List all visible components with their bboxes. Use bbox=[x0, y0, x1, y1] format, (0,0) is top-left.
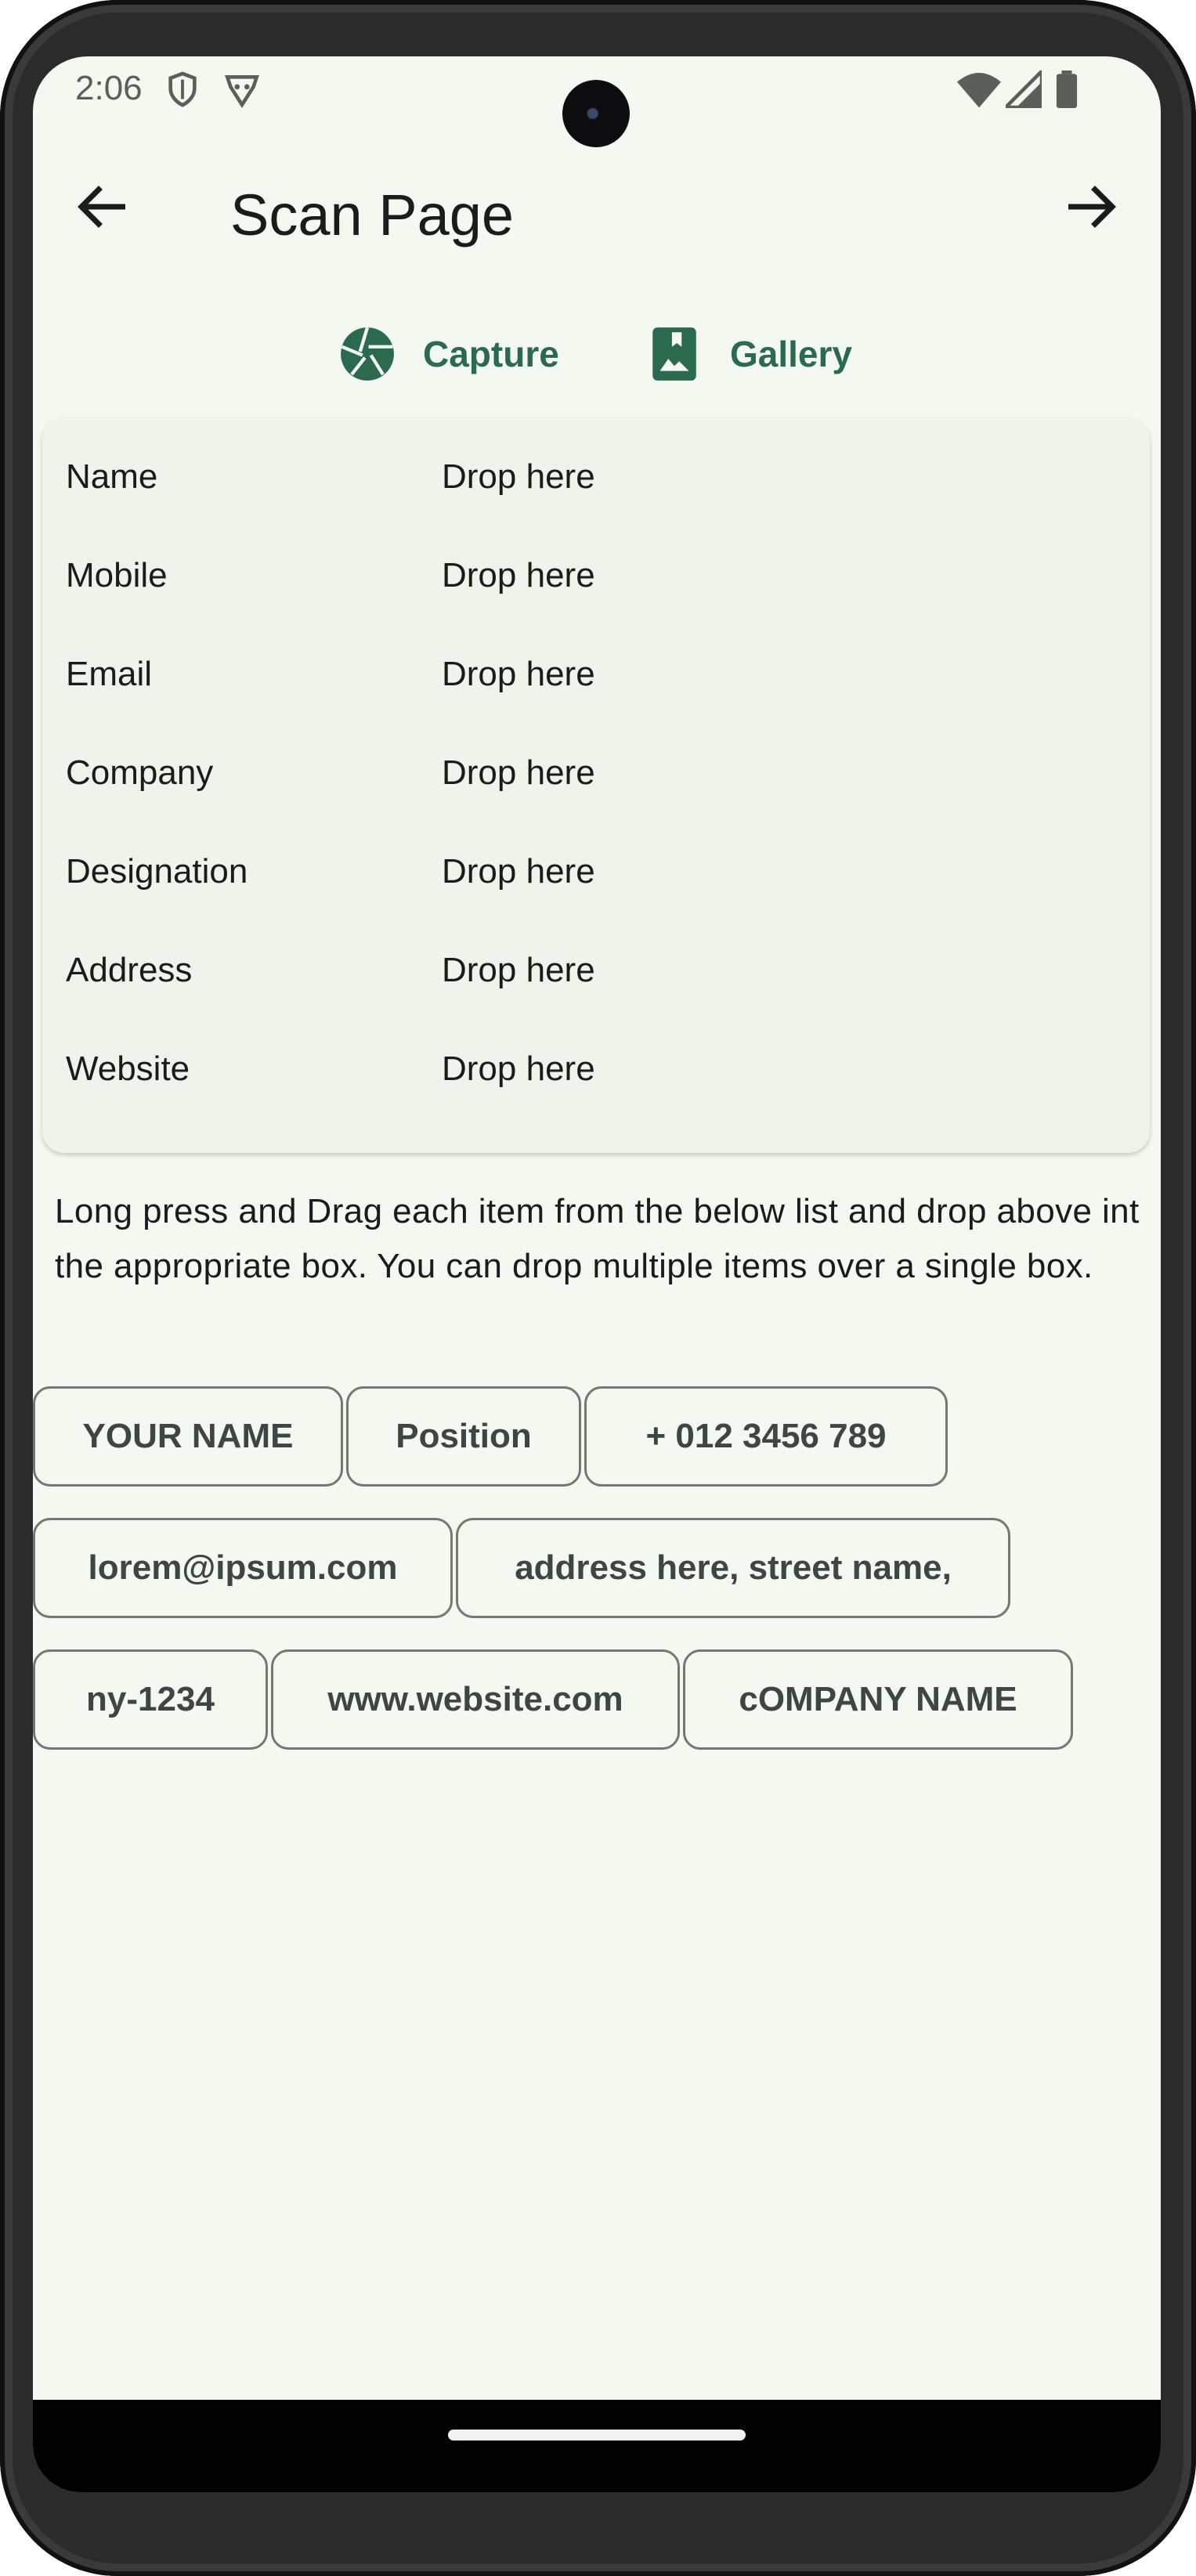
camera-shutter-icon bbox=[341, 327, 394, 381]
capture-button[interactable]: Capture bbox=[338, 307, 559, 401]
capture-label: Capture bbox=[423, 334, 559, 374]
drop-row-designation[interactable]: Designation Drop here bbox=[42, 813, 1150, 912]
app-bar: Scan Page bbox=[33, 158, 1161, 252]
field-label: Name bbox=[66, 457, 158, 496]
signal-icon bbox=[1006, 70, 1042, 108]
front-camera bbox=[562, 80, 630, 147]
draggable-chip[interactable]: lorem@ipsum.com bbox=[33, 1518, 453, 1618]
device-frame: 2:06 Scan Page Capture Gallery Name Drop… bbox=[0, 0, 1196, 2576]
drop-row-name[interactable]: Name Drop here bbox=[42, 418, 1150, 517]
drop-zone[interactable]: Drop here bbox=[442, 457, 595, 497]
drop-zone[interactable]: Drop here bbox=[442, 852, 595, 891]
draggable-chip[interactable]: Position bbox=[346, 1386, 581, 1487]
gallery-button[interactable]: Gallery bbox=[645, 307, 852, 401]
drop-row-website[interactable]: Website Drop here bbox=[42, 1010, 1150, 1109]
drop-row-email[interactable]: Email Drop here bbox=[42, 616, 1150, 714]
capture-actions: Capture Gallery bbox=[33, 307, 1161, 401]
drop-zone[interactable]: Drop here bbox=[442, 1050, 595, 1089]
field-label: Designation bbox=[66, 852, 248, 891]
drop-zone[interactable]: Drop here bbox=[442, 655, 595, 694]
gallery-label: Gallery bbox=[730, 334, 852, 374]
draggable-chip[interactable]: + 012 3456 789 bbox=[584, 1386, 948, 1487]
drop-row-mobile[interactable]: Mobile Drop here bbox=[42, 517, 1150, 616]
home-gesture-handle[interactable] bbox=[448, 2430, 746, 2441]
drop-row-company[interactable]: Company Drop here bbox=[42, 714, 1150, 813]
draggable-chip[interactable]: address here, street name, bbox=[456, 1518, 1010, 1618]
page-title: Scan Page bbox=[230, 182, 515, 247]
field-label: Email bbox=[66, 655, 153, 693]
screen: 2:06 Scan Page Capture Gallery Name Drop… bbox=[33, 56, 1161, 2492]
field-label: Company bbox=[66, 753, 214, 792]
drop-targets-card: Name Drop here Mobile Drop here Email Dr… bbox=[42, 418, 1150, 1153]
instructions-text: Long press and Drag each item from the b… bbox=[55, 1192, 1140, 1285]
field-label: Website bbox=[66, 1050, 190, 1088]
draggable-chip[interactable]: www.website.com bbox=[271, 1649, 680, 1750]
notification-icon bbox=[225, 75, 259, 109]
arrow-right-icon[interactable] bbox=[1057, 174, 1123, 240]
draggable-chip[interactable]: cOMPANY NAME bbox=[683, 1649, 1073, 1750]
shield-icon bbox=[168, 71, 197, 107]
wifi-icon bbox=[957, 73, 1001, 108]
status-time: 2:06 bbox=[75, 69, 143, 107]
drop-row-address[interactable]: Address Drop here bbox=[42, 912, 1150, 1010]
navigation-bar bbox=[33, 2400, 1161, 2492]
photo-album-icon bbox=[652, 327, 696, 381]
drop-zone[interactable]: Drop here bbox=[442, 753, 595, 793]
battery-icon bbox=[1056, 70, 1078, 108]
draggable-chip[interactable]: ny-1234 bbox=[33, 1649, 268, 1750]
drop-zone[interactable]: Drop here bbox=[442, 556, 595, 595]
drop-zone[interactable]: Drop here bbox=[442, 951, 595, 990]
draggable-chip[interactable]: YOUR NAME bbox=[33, 1386, 343, 1487]
arrow-left-icon[interactable] bbox=[70, 174, 136, 240]
field-label: Mobile bbox=[66, 556, 168, 594]
field-label: Address bbox=[66, 951, 193, 989]
